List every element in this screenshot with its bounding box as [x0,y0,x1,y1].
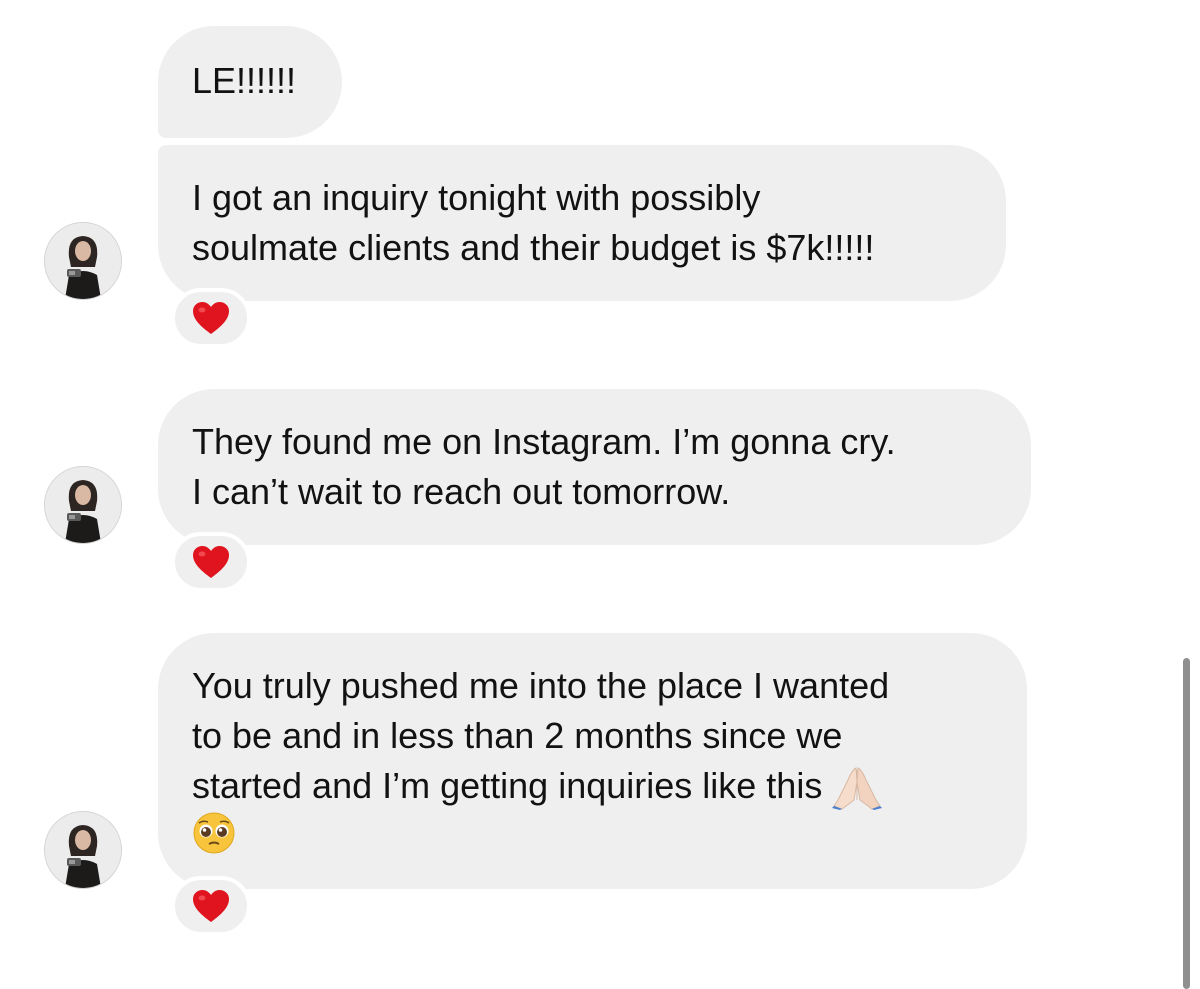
red-heart-icon [193,890,229,922]
red-heart-icon [193,302,229,334]
heart-reaction[interactable] [171,288,251,348]
message-text-line: soulmate clients and their budget is $7k… [192,227,875,268]
message-text-line: to be and in less than 2 months since we [192,715,843,756]
message-text-line: I can’t wait to reach out tomorrow. [192,471,731,512]
message-bubble[interactable]: LE!!!!!! [158,26,342,138]
red-heart-icon [193,546,229,578]
message-text-line: I got an inquiry tonight with possibly [192,177,761,218]
message-text-line: LE!!!!!! [192,60,297,101]
message-bubble[interactable]: You truly pushed me into the place I wan… [158,633,1027,889]
message-emoji-line [192,811,993,868]
sender-avatar[interactable] [44,811,122,889]
message-text-line: They found me on Instagram. I’m gonna cr… [192,421,896,462]
person-photo-icon [45,467,121,543]
message-bubble[interactable]: They found me on Instagram. I’m gonna cr… [158,389,1031,545]
pleading-face-icon [193,812,235,854]
scrollbar[interactable] [1183,658,1190,989]
heart-reaction[interactable] [171,532,251,592]
folded-hands-icon [832,767,883,811]
message-thread: LE!!!!!! I got an inquiry tonight with p… [0,0,1200,989]
message-text-line: started and I’m getting inquiries like t… [192,761,993,811]
person-photo-icon [45,223,121,299]
heart-reaction[interactable] [171,876,251,936]
sender-avatar[interactable] [44,466,122,544]
message-text-line: You truly pushed me into the place I wan… [192,665,890,706]
person-photo-icon [45,812,121,888]
sender-avatar[interactable] [44,222,122,300]
message-text-segment: started and I’m getting inquiries like t… [192,765,823,806]
message-bubble[interactable]: I got an inquiry tonight with possibly s… [158,145,1006,301]
